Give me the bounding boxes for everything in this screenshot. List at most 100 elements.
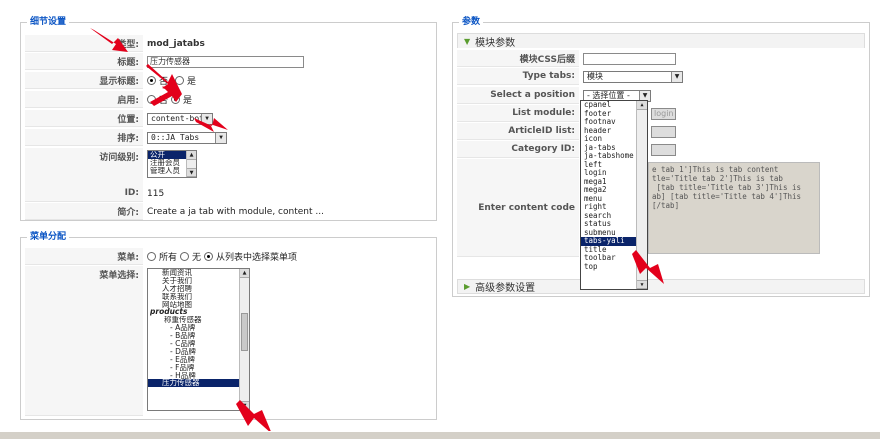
- title-label: 标题:: [25, 53, 143, 70]
- show-title-yes-radio[interactable]: [175, 76, 185, 85]
- desc-row: 简介: Create a ja tab with module, content…: [25, 203, 432, 220]
- menu-list-item[interactable]: products: [148, 308, 249, 316]
- css-suffix-input[interactable]: [583, 52, 676, 65]
- id-label: ID:: [25, 185, 143, 202]
- enabled-yes-label: 是: [183, 96, 193, 106]
- show-title-label: 显示标题:: [25, 72, 143, 89]
- articleid-input[interactable]: [651, 125, 676, 138]
- enabled-no-radio[interactable]: [147, 95, 156, 104]
- scroll-down-icon[interactable]: ▼: [637, 280, 647, 289]
- position-dropdown-list[interactable]: cpanel footer footnav header icon ja-tabs ja-t…: [580, 100, 648, 290]
- menu-none-radio[interactable]: [180, 252, 190, 261]
- position-select-value: content-bot: [151, 114, 201, 123]
- chevron-down-icon: ▼: [671, 71, 682, 82]
- param-position-row: Select a position - 选择位置 - ▼: [457, 87, 865, 104]
- menu-list-item[interactable]: 人才招聘: [148, 285, 249, 293]
- enabled-row: 启用: 否 是: [25, 91, 432, 108]
- list-module-input[interactable]: login: [651, 107, 676, 120]
- details-panel: 细节设置 类型: mod_jatabs 标题: 压力传感器 显示标题: 否 是 …: [20, 17, 437, 221]
- category-input[interactable]: [651, 143, 676, 156]
- menu-list-item[interactable]: 联系我们: [148, 293, 249, 301]
- enabled-label: 启用:: [25, 91, 143, 108]
- params-legend: 参数: [459, 17, 484, 28]
- title-input[interactable]: 压力传感器: [147, 55, 304, 68]
- position-row: 位置: content-bot ▼: [25, 110, 432, 127]
- articleid-row: ArticleID list:: [457, 123, 865, 140]
- chevron-down-icon: ▼: [639, 90, 650, 101]
- menu-list-item[interactable]: - A品牌: [148, 324, 249, 332]
- module-params-header[interactable]: ▼ 模块参数: [457, 33, 865, 49]
- articleid-label: ArticleID list:: [457, 123, 579, 140]
- menu-items-scrollbar[interactable]: ▲ ▼: [239, 269, 249, 410]
- menu-items-listbox[interactable]: 新闻资讯 关于我们 人才招聘 联系我们 网站地图 products 称重传感器 - A品牌 - …: [147, 268, 250, 411]
- order-label: 排序:: [25, 129, 143, 146]
- access-listbox[interactable]: 公开 注册会员 管理人员 ▲ ▼: [147, 150, 197, 178]
- menu-list-item[interactable]: 压力传感器: [148, 379, 249, 388]
- scroll-up-icon[interactable]: ▲: [187, 151, 196, 160]
- css-row: 模块CSS后缀: [457, 50, 865, 67]
- chevron-down-icon: ▼: [201, 113, 212, 124]
- order-select-value: 0::JA Tabs: [151, 133, 200, 142]
- triangle-down-icon: ▼: [464, 36, 471, 46]
- menu-all-radio[interactable]: [147, 252, 156, 261]
- scroll-up-icon[interactable]: ▲: [240, 269, 249, 278]
- menu-list-item[interactable]: 称重传感器: [148, 316, 249, 324]
- type-value: mod_jatabs: [147, 38, 205, 49]
- menu-select-radio[interactable]: [204, 252, 214, 261]
- taskbar: [0, 431, 880, 439]
- category-row: Category ID:: [457, 141, 865, 158]
- advanced-params-title: 高级参数设置: [475, 283, 536, 294]
- order-row: 排序: 0::JA Tabs ▼: [25, 129, 432, 146]
- tabtype-label: Type tabs:: [457, 68, 579, 85]
- menu-list-item[interactable]: 新闻资讯: [148, 269, 249, 277]
- dropdown-scrollbar[interactable]: ▲ ▼: [636, 101, 647, 289]
- type-label: 类型:: [25, 35, 143, 52]
- show-title-no-radio[interactable]: [147, 76, 156, 85]
- menu-select-row: 菜单选择: 新闻资讯 关于我们 人才招聘 联系我们 网站地图 products 称重传感器 -…: [25, 266, 432, 416]
- position-select[interactable]: content-bot ▼: [147, 112, 213, 125]
- show-title-row: 显示标题: 否 是: [25, 72, 432, 89]
- position-label: 位置:: [25, 110, 143, 127]
- menu-label: 菜单:: [25, 248, 143, 265]
- scroll-up-icon[interactable]: ▲: [637, 101, 647, 110]
- menu-list-item[interactable]: - F品牌: [148, 364, 249, 372]
- menu-list-item[interactable]: - D品牌: [148, 348, 249, 356]
- menu-list-item[interactable]: - B品牌: [148, 332, 249, 340]
- advanced-params-header[interactable]: ▶ 高级参数设置: [457, 279, 865, 294]
- id-row: ID: 115: [25, 185, 432, 202]
- menu-none-label: 无: [192, 253, 202, 263]
- scroll-down-icon[interactable]: ▼: [240, 401, 249, 410]
- scroll-down-icon[interactable]: ▼: [187, 168, 196, 177]
- content-label: Enter content code: [457, 159, 579, 257]
- menu-select-field-label: 菜单选择:: [25, 266, 143, 416]
- access-label: 访问级别:: [25, 148, 143, 188]
- menu-list-item[interactable]: - E品牌: [148, 356, 249, 364]
- id-value: 115: [147, 188, 165, 199]
- chevron-down-icon: ▼: [215, 132, 226, 143]
- type-row: 类型: mod_jatabs: [25, 35, 432, 52]
- menu-legend: 菜单分配: [27, 232, 70, 243]
- content-code-textarea[interactable]: e tab 1']This is tab content tle='Title …: [648, 162, 820, 254]
- desc-label: 简介:: [25, 203, 143, 220]
- menu-list-item[interactable]: - H品牌: [148, 372, 249, 380]
- menu-list-item[interactable]: - C品牌: [148, 340, 249, 348]
- menu-list-item[interactable]: 关于我们: [148, 277, 249, 285]
- menu-row: 菜单: 所有 无 从列表中选择菜单项: [25, 248, 432, 265]
- css-label: 模块CSS后缀: [457, 50, 579, 67]
- tabtype-select[interactable]: 模块 ▼: [583, 70, 683, 83]
- scroll-thumb[interactable]: [241, 313, 248, 351]
- module-params-title: 模块参数: [475, 37, 516, 49]
- params-panel: 参数 ▼ 模块参数 模块CSS后缀 Type tabs: 模块 ▼ Select…: [452, 17, 870, 297]
- menu-list-item[interactable]: 网站地图: [148, 301, 249, 309]
- desc-value: Create a ja tab with module, content ...: [147, 206, 324, 217]
- menu-all-label: 所有: [159, 253, 178, 263]
- list-module-label: List module:: [457, 105, 579, 122]
- show-title-no-label: 否: [159, 77, 169, 87]
- title-row: 标题: 压力传感器: [25, 53, 432, 70]
- access-row: 访问级别: 公开 注册会员 管理人员 ▲ ▼: [25, 148, 432, 188]
- menu-select-label: 从列表中选择菜单项: [216, 253, 298, 263]
- order-select[interactable]: 0::JA Tabs ▼: [147, 131, 227, 144]
- tabtype-row: Type tabs: 模块 ▼: [457, 68, 865, 85]
- access-scrollbar[interactable]: ▲ ▼: [186, 151, 196, 177]
- enabled-yes-radio[interactable]: [171, 95, 181, 104]
